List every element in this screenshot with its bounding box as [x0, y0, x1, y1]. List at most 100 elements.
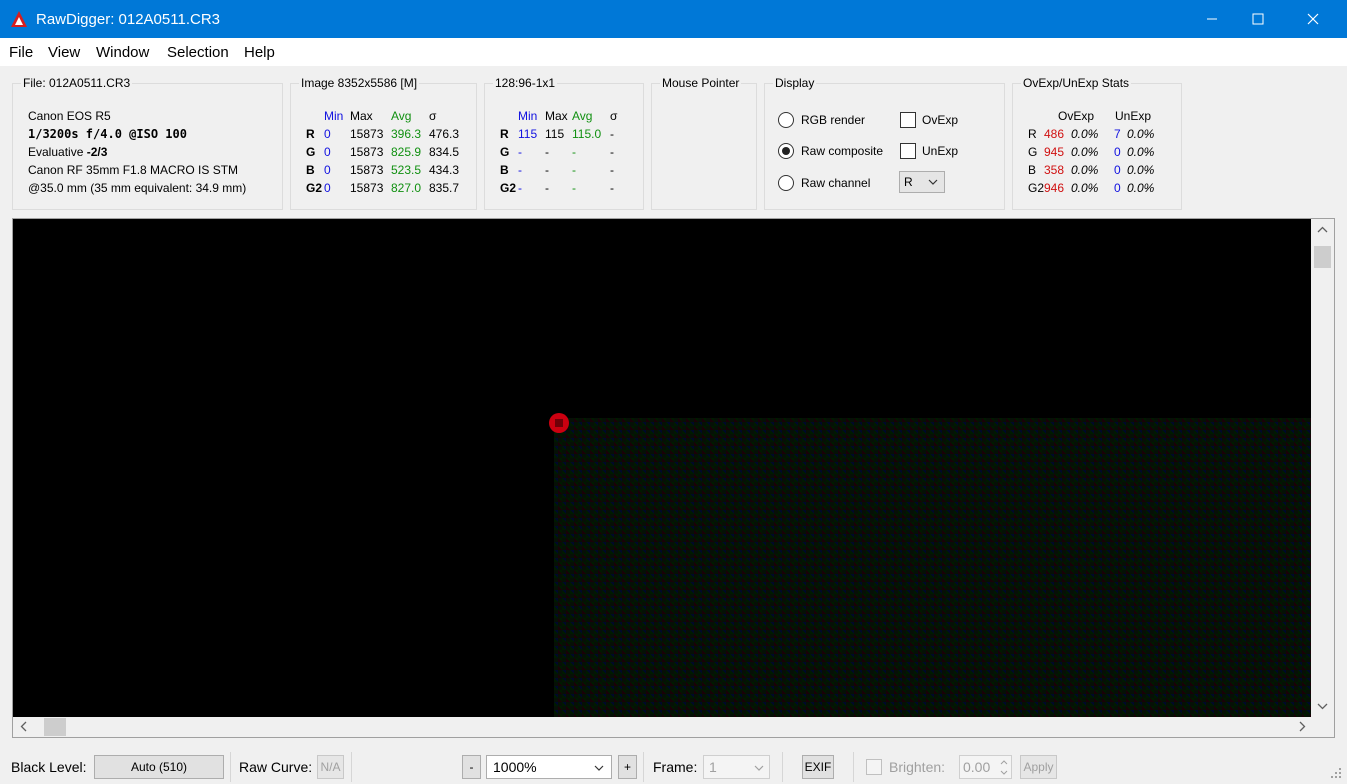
spin-up-icon[interactable]	[1000, 760, 1008, 765]
selection-marker[interactable]	[549, 413, 569, 433]
zoom-out-button[interactable]: -	[462, 755, 481, 779]
stat-channel: R	[1028, 127, 1037, 141]
file-panel-title: File: 012A0511.CR3	[21, 76, 133, 90]
toolbar-separator	[643, 752, 644, 782]
brighten-checkbox[interactable]	[866, 759, 882, 775]
horizontal-scrollbar[interactable]	[13, 717, 1313, 737]
metering-label: Evaluative	[28, 145, 87, 159]
menu-selection[interactable]: Selection	[167, 44, 229, 61]
horizontal-scroll-thumb[interactable]	[44, 718, 66, 736]
image-stats-panel: Image 8352x5586 [M] Min Max Avg σ R 0 15…	[290, 76, 477, 210]
raw-channel-label: Raw channel	[801, 176, 871, 190]
window-title: RawDigger: 012A0511.CR3	[36, 11, 220, 28]
row-channel: G	[306, 145, 316, 159]
scroll-up-icon[interactable]	[1317, 226, 1328, 233]
image-viewer[interactable]	[12, 218, 1335, 738]
row-min: 0	[324, 181, 331, 195]
channel-select[interactable]: R	[899, 171, 945, 193]
display-panel: Display RGB render Raw composite Raw cha…	[764, 76, 1005, 210]
stat-unexp-pct: 0.0%	[1127, 145, 1155, 159]
stat-ovexp-pct: 0.0%	[1071, 145, 1099, 159]
scroll-down-icon[interactable]	[1317, 703, 1328, 710]
row-min: 0	[324, 163, 331, 177]
toolbar-separator	[351, 752, 352, 782]
brighten-spinner[interactable]: 0.00	[959, 755, 1012, 779]
row-sigma: 835.7	[429, 181, 460, 195]
menu-help[interactable]: Help	[244, 44, 275, 61]
apply-button[interactable]: Apply	[1020, 755, 1057, 779]
camera-model: Canon EOS R5	[28, 109, 111, 123]
exif-label: EXIF	[804, 760, 832, 774]
maximize-button[interactable]	[1235, 0, 1281, 38]
resize-grip-icon[interactable]	[1330, 767, 1342, 779]
row-sigma: -	[610, 127, 614, 141]
stat-channel: B	[1028, 163, 1037, 177]
brighten-label: Brighten:	[889, 759, 946, 775]
menu-window[interactable]: Window	[96, 44, 149, 61]
menu-file[interactable]: File	[9, 44, 33, 61]
row-avg: 523.5	[391, 163, 422, 177]
row-min: -	[518, 163, 522, 177]
exposure-info: 1/3200s f/4.0 @ISO 100	[28, 127, 187, 141]
maximize-icon	[1252, 13, 1264, 25]
vertical-scrollbar[interactable]	[1311, 219, 1334, 718]
ovexp-checkbox[interactable]	[900, 112, 916, 128]
row-min: 115	[518, 127, 538, 141]
channel-select-value: R	[904, 175, 913, 189]
rgb-render-radio[interactable]	[778, 112, 794, 128]
mouse-panel-title: Mouse Pointer	[660, 76, 742, 90]
zoom-in-button[interactable]: +	[618, 755, 637, 779]
frame-select[interactable]: 1	[703, 755, 770, 779]
row-max: -	[545, 181, 549, 195]
unexp-checkbox[interactable]	[900, 143, 916, 159]
black-level-value: Auto (510)	[130, 760, 188, 774]
image-panel-title: Image 8352x5586 [M]	[299, 76, 420, 90]
minimize-icon	[1207, 18, 1217, 20]
close-button[interactable]	[1290, 0, 1336, 38]
row-max: 15873	[350, 181, 384, 195]
row-avg: -	[572, 163, 576, 177]
header-avg: Avg	[391, 109, 412, 123]
spin-down-icon[interactable]	[1000, 770, 1008, 775]
row-avg: -	[572, 145, 576, 159]
lens-info: Canon RF 35mm F1.8 MACRO IS STM	[28, 163, 239, 177]
exposure-stats-panel: OvExp/UnExp Stats OvExp UnExp R 486 0.0%…	[1012, 76, 1182, 210]
chevron-down-icon	[594, 765, 604, 771]
row-max: -	[545, 145, 549, 159]
raw-bayer-pixels	[554, 418, 1313, 718]
stat-ovexp-count: 358	[1044, 163, 1065, 177]
row-min: -	[518, 181, 522, 195]
apply-label: Apply	[1023, 760, 1054, 774]
sample-panel-title: 128:96-1x1	[493, 76, 558, 90]
display-panel-title: Display	[773, 76, 817, 90]
stat-unexp-count: 0	[1114, 145, 1121, 159]
row-sigma: -	[610, 163, 614, 177]
stat-ovexp-pct: 0.0%	[1071, 163, 1099, 177]
toolbar-separator	[230, 752, 231, 782]
row-min: -	[518, 145, 522, 159]
black-level-button[interactable]: Auto (510)	[94, 755, 224, 779]
row-channel: R	[306, 127, 315, 141]
vertical-scroll-thumb[interactable]	[1314, 246, 1331, 268]
zoom-select[interactable]: 1000%	[486, 755, 612, 779]
exif-button[interactable]: EXIF	[802, 755, 834, 779]
stat-unexp-count: 0	[1114, 163, 1121, 177]
raw-composite-label: Raw composite	[801, 144, 884, 158]
scroll-left-icon[interactable]	[20, 721, 27, 732]
raw-curve-button[interactable]: N/A	[317, 755, 344, 779]
close-icon	[1307, 13, 1319, 25]
header-min: Min	[324, 109, 344, 123]
stat-ovexp-pct: 0.0%	[1071, 181, 1099, 195]
raw-channel-radio[interactable]	[778, 175, 794, 191]
scroll-right-icon[interactable]	[1299, 721, 1306, 732]
menu-view[interactable]: View	[48, 44, 80, 61]
minimize-button[interactable]	[1189, 0, 1235, 38]
row-max: 15873	[350, 127, 384, 141]
frame-label: Frame:	[653, 759, 698, 775]
rgb-render-label: RGB render	[801, 113, 866, 127]
zoom-out-label: -	[469, 760, 474, 774]
raw-composite-radio[interactable]	[778, 143, 794, 159]
metering-value: -2/3	[86, 145, 108, 159]
row-sigma: -	[610, 181, 614, 195]
header-unexp: UnExp	[1115, 109, 1152, 123]
